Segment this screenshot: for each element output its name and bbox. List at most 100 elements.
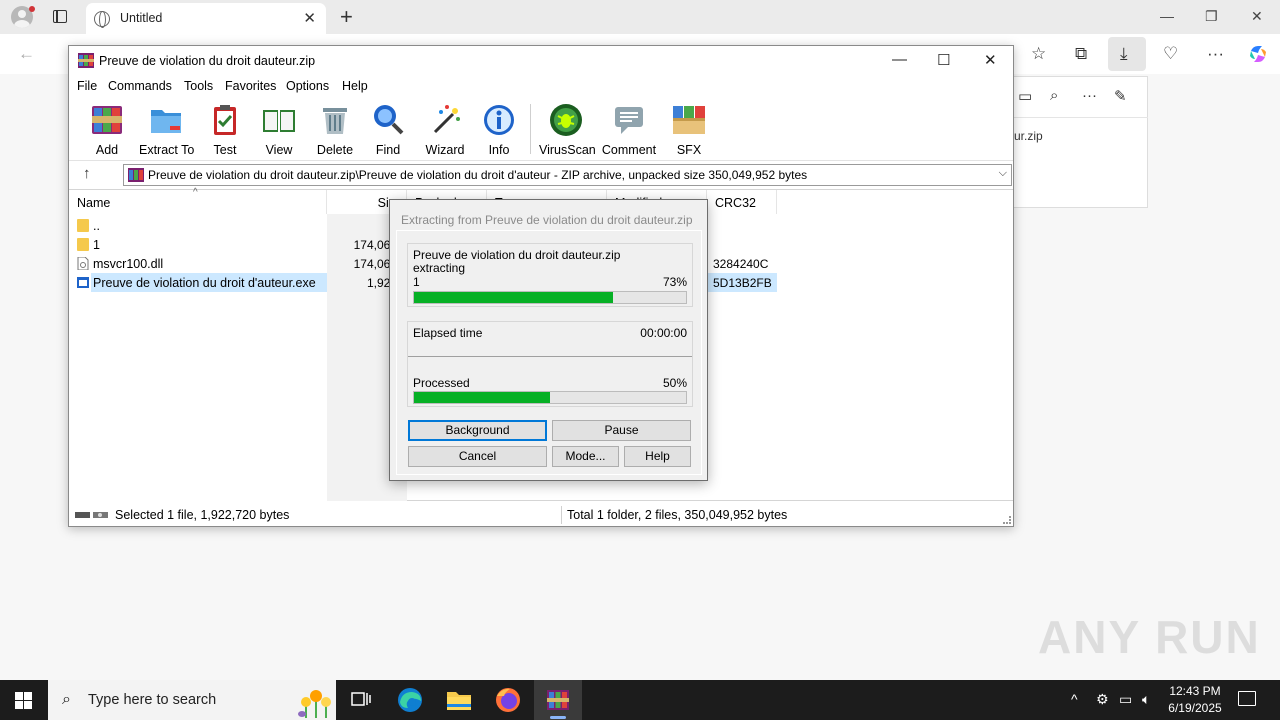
dialog-body: Preuve de violation du droit dauteur.zip… [396, 230, 702, 475]
taskbar-search[interactable]: ⌕ Type here to search [48, 680, 336, 720]
download-filename[interactable]: ur.zip [1014, 129, 1043, 143]
comment-button[interactable]: Comment [601, 102, 657, 157]
pin-icon[interactable]: ✎ [1114, 87, 1127, 105]
archive-name: Preuve de violation du droit dauteur.zip [413, 248, 621, 262]
flowers-illustration-icon [298, 690, 331, 718]
file-explorer-icon[interactable] [439, 684, 479, 716]
background-button[interactable]: Background [408, 420, 547, 441]
test-clipboard-icon [214, 105, 236, 135]
find-button[interactable]: Find [370, 102, 406, 157]
info-icon [484, 105, 514, 135]
close-icon[interactable]: ✕ [984, 51, 997, 69]
extract-to-button[interactable]: Extract To [139, 102, 195, 157]
drives-icon[interactable] [75, 510, 109, 520]
info-label: Info [488, 143, 510, 157]
up-arrow-icon[interactable]: ↑ [83, 165, 91, 182]
winrar-taskbar-icon [547, 690, 569, 710]
pause-button[interactable]: Pause [552, 420, 691, 441]
menu-options[interactable]: Options [286, 79, 329, 93]
device-icon[interactable]: ⚙ [1096, 691, 1109, 708]
view-button[interactable]: View [257, 102, 301, 157]
notification-center-icon[interactable] [1238, 691, 1256, 706]
collections-icon[interactable]: ⧉ [1075, 44, 1087, 64]
edge-browser-icon[interactable] [390, 684, 430, 716]
show-hidden-icons-icon[interactable]: ^ [1071, 691, 1078, 707]
system-clock[interactable]: 12:43 PM 6/19/2025 [1162, 683, 1228, 717]
help-button[interactable]: Help [624, 446, 691, 467]
chevron-down-icon[interactable]: ⌵ [999, 167, 1007, 180]
firefox-icon[interactable] [488, 684, 528, 716]
favorites-icon[interactable]: ☆ [1031, 44, 1046, 64]
wizard-button[interactable]: Wizard [424, 102, 466, 157]
menu-commands[interactable]: Commands [108, 79, 172, 93]
close-tab-icon[interactable]: ✕ [303, 9, 316, 27]
resize-grip-icon[interactable] [1003, 516, 1011, 524]
magic-wand-icon [433, 105, 460, 134]
comment-icon [615, 107, 643, 134]
file-name: .. [93, 219, 100, 233]
downloads-icon[interactable]: ⤓ [1120, 44, 1128, 64]
more-menu-icon[interactable]: ··· [1207, 44, 1224, 64]
sfx-box-icon [673, 106, 705, 134]
mode-button[interactable]: Mode... [552, 446, 619, 467]
extract-to-label: Extract To [139, 143, 195, 157]
menu-file[interactable]: File [77, 79, 97, 93]
current-progress-bar [413, 291, 687, 304]
close-browser-icon[interactable]: ✕ [1251, 8, 1263, 25]
copilot-icon[interactable] [1247, 43, 1269, 65]
winrar-window-title: Preuve de violation du droit dauteur.zip [99, 54, 316, 68]
windows-start-icon[interactable] [15, 692, 32, 709]
tab-actions-icon[interactable] [53, 10, 67, 23]
folder-extract-icon [151, 110, 181, 133]
winrar-logo-icon [78, 53, 94, 68]
winrar-taskbar-active[interactable] [534, 680, 582, 720]
minimize-icon[interactable]: — [1160, 8, 1174, 24]
add-button[interactable]: Add [89, 102, 125, 157]
winrar-title-bar: Preuve de violation du droit dauteur.zip… [69, 46, 1013, 76]
back-arrow-icon[interactable]: ← [18, 44, 35, 64]
menu-help[interactable]: Help [342, 79, 368, 93]
archive-icon [128, 168, 144, 182]
open-folder-icon[interactable]: ▭ [1018, 87, 1032, 105]
volume-icon[interactable]: 🔈︎ [1142, 691, 1150, 708]
dialog-title-bar: Extracting from Preuve de violation du d… [390, 200, 707, 230]
new-tab-button[interactable]: + [340, 4, 353, 30]
browser-tab[interactable]: Untitled ✕ [86, 3, 326, 34]
search-icon: ⌕ [62, 691, 71, 708]
clock-date: 6/19/2025 [1168, 701, 1222, 715]
view-book-icon [263, 110, 295, 132]
info-button[interactable]: Info [481, 102, 517, 157]
totals-group: Elapsed time 00:00:00 Processed 50% [407, 321, 693, 407]
column-header-name[interactable]: Name [69, 190, 327, 214]
restore-icon[interactable]: ❐ [1205, 8, 1218, 25]
divider [408, 356, 692, 357]
watermark-logo: ANY RUN [1038, 611, 1261, 663]
archive-path: Preuve de violation du droit dauteur.zip… [148, 168, 808, 182]
virusscan-button[interactable]: VirusScan [539, 102, 596, 157]
delete-button[interactable]: Delete [315, 102, 355, 157]
task-view-icon[interactable] [341, 684, 381, 716]
notification-dot [29, 6, 35, 12]
more-options-icon[interactable]: ··· [1082, 87, 1097, 104]
globe-icon [94, 11, 110, 28]
test-button[interactable]: Test [207, 102, 243, 157]
wizard-label: Wizard [425, 143, 465, 157]
menu-favorites[interactable]: Favorites [225, 79, 276, 93]
search-placeholder: Type here to search [88, 692, 217, 708]
extraction-dialog: Extracting from Preuve de violation du d… [389, 199, 708, 481]
browser-essentials-icon[interactable]: ♡ [1163, 44, 1178, 64]
menu-tools[interactable]: Tools [184, 79, 213, 93]
column-header-crc32[interactable]: CRC32 [707, 190, 777, 214]
network-icon[interactable]: ▭ [1119, 691, 1132, 708]
file-crc: 5D13B2FB [713, 276, 772, 290]
address-bar: ↑ Preuve de violation du droit dauteur.z… [69, 160, 1013, 188]
minimize-icon[interactable]: — [892, 51, 907, 68]
sfx-label: SFX [676, 143, 702, 157]
maximize-icon[interactable]: ☐ [937, 51, 950, 69]
file-name: 1 [93, 238, 100, 252]
cancel-button[interactable]: Cancel [408, 446, 547, 467]
search-icon[interactable]: ⌕ [1050, 87, 1058, 104]
add-icon [92, 106, 122, 134]
path-field[interactable]: Preuve de violation du droit dauteur.zip… [123, 164, 1012, 186]
sfx-button[interactable]: SFX [669, 102, 709, 157]
